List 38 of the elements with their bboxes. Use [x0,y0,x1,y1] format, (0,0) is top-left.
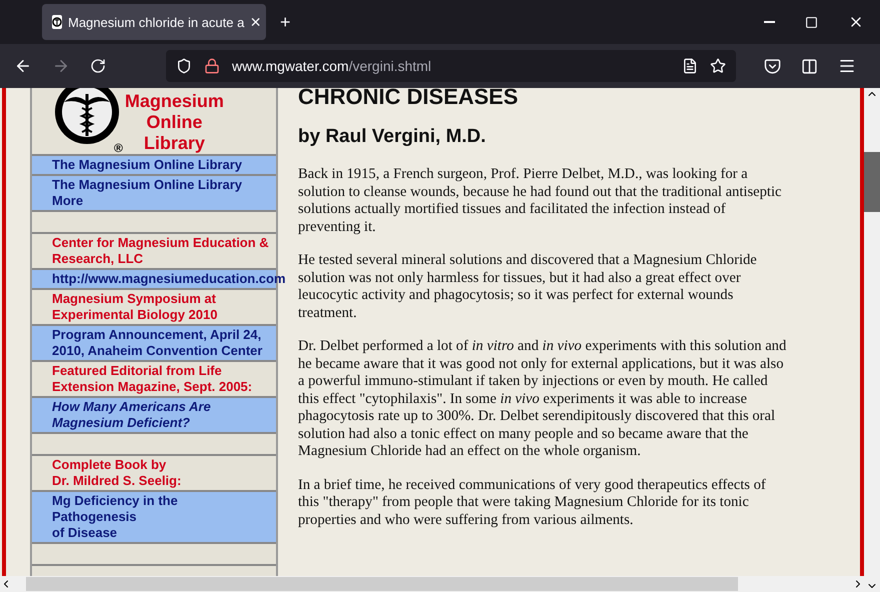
sidebar-link[interactable]: The Magnesium Online Library More [52,177,276,209]
sidebar-heading: Complete Book by Dr. Mildred S. Seelig: [52,457,182,489]
sidebar-heading: Featured Editorial from Life Extension Magazine, Sept. 2005: [52,363,254,395]
sidebar-heading: Center for Magnesium Education & Research, LLC [52,235,270,267]
vertical-scrollbar-thumb[interactable] [864,152,880,212]
article-title: CHRONIC DISEASES [298,88,520,106]
new-tab-button[interactable]: + [280,12,291,32]
favicon-icon [52,15,62,29]
article-paragraph: Dr. Delbet performed a lot of in vitro and in vivo experiments with this solution and he became aware that it was good not only for external applications, but it was also a powerful immuno-stimulant if taken by injections or even by mouth. He called this effect "cytophilaxis". In some in vivo experiments it was able to increase phagocytosis rate up to 300%. Dr. Delbet serendipitously discovered that this oral solution had also a tonic effect on many people and so became aware that the Magnesium Chloride had an effect on the whole organism. [298,338,788,460]
forward-button[interactable] [52,57,70,75]
pocket-button[interactable] [764,58,781,74]
url-text: www.mgwater.com/vergini.shtml [232,58,432,74]
sidebar-button[interactable] [801,58,818,74]
browser-tab[interactable]: Magnesium chloride in acute a × [42,4,266,40]
sidebar-link[interactable]: How Many Americans Are Magnesium Deficient? [52,399,276,431]
sidebar-link[interactable]: http://www.magnesiumeducation.com [52,271,286,287]
article-byline: by Raul Vergini, M.D. [298,126,487,148]
logo-text: Magnesium Online Library [124,91,224,154]
tab-title: Magnesium chloride in acute a [68,14,244,30]
menu-button[interactable] [838,57,856,75]
bookmark-star-icon[interactable] [710,58,726,74]
address-bar[interactable]: www.mgwater.com/vergini.shtml [166,50,736,82]
registered-mark: ® [114,142,123,154]
shield-icon[interactable] [176,58,192,74]
sidebar-link[interactable]: Mg Deficiency in the Pathogenesis of Disease [52,493,178,541]
tab-close-button[interactable]: × [250,12,261,32]
sidebar-link[interactable]: Program Announcement, April 24, 2010, Anaheim Convention Center [52,327,276,359]
article-paragraph: Back in 1915, a French surgeon, Prof. Pierre Delbet, M.D., was looking for a solution to cleanse wounds, because he had found out that the traditional antiseptic solutions actually mortified tissues and facilitated the infection instead of preventing it. [298,166,782,236]
maximize-button[interactable] [805,14,818,30]
reload-button[interactable] [90,58,106,74]
back-button[interactable] [14,57,32,75]
sidebar-link[interactable]: The Magnesium Online Library [52,157,242,173]
article-paragraph: He tested several mineral solutions and discovered that a Magnesium Chloride solution was not only harmless for tissues, but it had also a great effect over leucocytic activity and phagocytosis; so it was perfect for external wounds treatment. [298,252,758,322]
horizontal-scrollbar-thumb[interactable] [26,577,738,591]
sidebar-heading: Magnesium Symposium at Experimental Biology 2010 [52,291,218,323]
lock-icon[interactable] [204,58,220,74]
reader-view-icon[interactable] [682,58,698,74]
article-paragraph: In a brief time, he received communications of very good therapeutics effects of this "therapy" from people that were taking Magnesium Chloride for its tonic properties and who were suffering from various ailments. [298,476,767,529]
